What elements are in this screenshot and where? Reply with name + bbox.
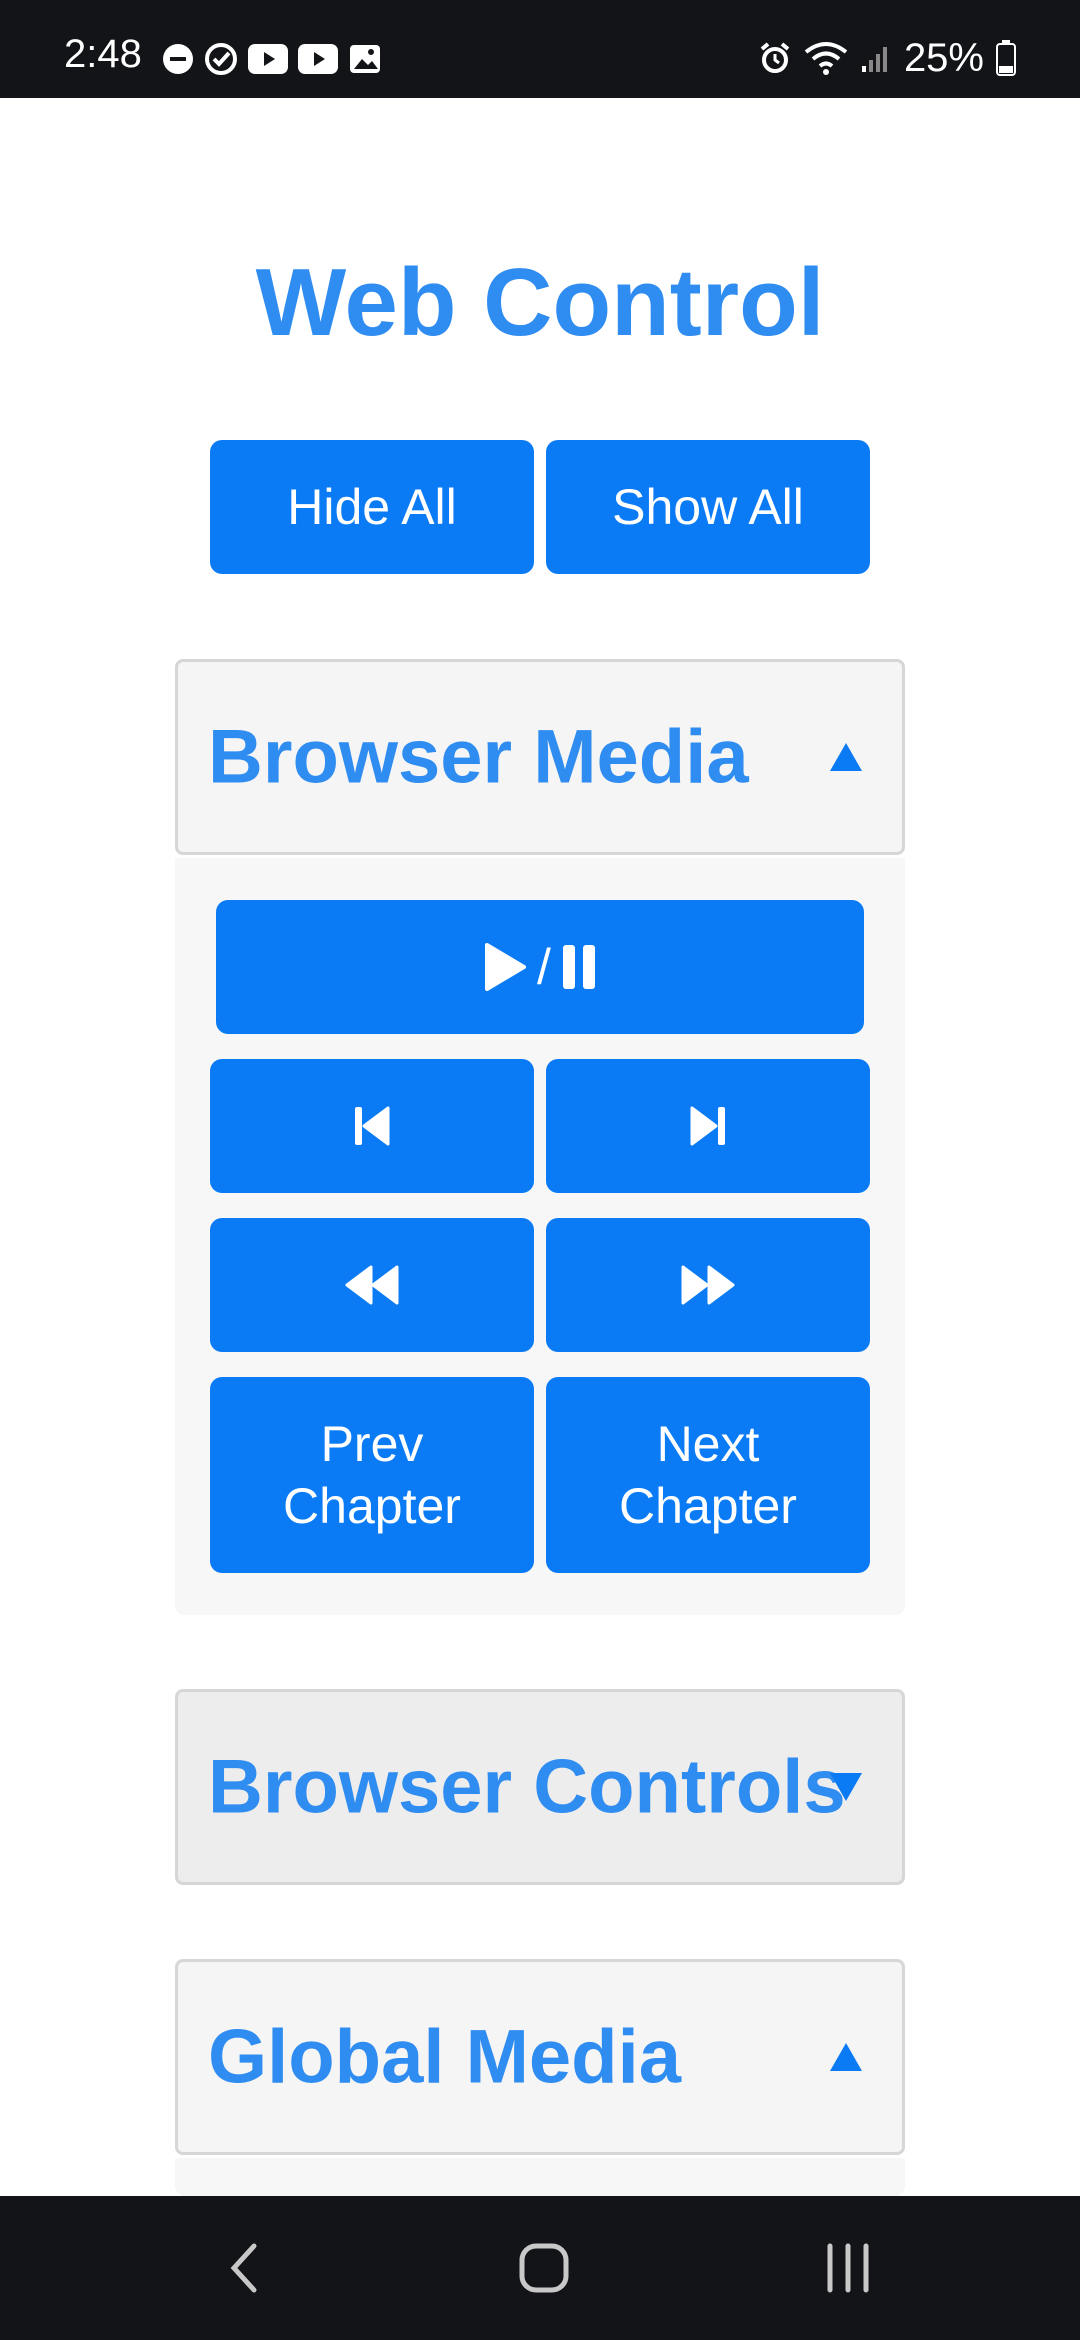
show-all-label: Show All: [612, 479, 804, 535]
battery-icon: [996, 40, 1016, 76]
expand-arrow-icon: [830, 1773, 862, 1801]
collapse-arrow-icon: [830, 743, 862, 771]
notification-icons: [162, 42, 382, 76]
next-track-button[interactable]: [546, 1059, 870, 1193]
web-control-page: Web Control Hide All Show All Browser Me…: [0, 98, 1080, 2196]
back-button[interactable]: [204, 2236, 284, 2300]
play-pause-button[interactable]: /: [216, 900, 864, 1034]
signal-icon: [861, 47, 887, 72]
rewind-button[interactable]: [210, 1218, 534, 1352]
fast-forward-icon: [681, 1265, 735, 1305]
show-all-button[interactable]: Show All: [546, 440, 870, 574]
global-media-title: Global Media: [208, 2014, 681, 2100]
global-media-panel: [175, 2158, 905, 2196]
global-media-header[interactable]: Global Media: [175, 1959, 905, 2155]
play-pause-separator: /: [537, 939, 551, 995]
prev-chapter-button[interactable]: Prev Chapter: [210, 1377, 534, 1573]
home-button[interactable]: [504, 2236, 584, 2300]
alarm-icon: [760, 42, 790, 73]
browser-media-title: Browser Media: [208, 714, 749, 800]
hide-all-label: Hide All: [287, 479, 457, 535]
collapse-arrow-icon: [830, 2043, 862, 2071]
wifi-icon: [804, 42, 848, 75]
skip-previous-icon: [355, 1106, 390, 1146]
previous-track-button[interactable]: [210, 1059, 534, 1193]
battery-percent: 25%: [903, 36, 984, 80]
browser-controls-title: Browser Controls: [208, 1744, 846, 1830]
home-icon: [519, 2243, 569, 2293]
do-not-disturb-icon: [163, 44, 193, 74]
recents-button[interactable]: [808, 2236, 888, 2300]
skip-next-icon: [690, 1106, 725, 1146]
system-icons: 25%: [758, 38, 1016, 78]
play-icon: [485, 943, 527, 991]
pause-icon: [562, 945, 595, 989]
page-title: Web Control: [255, 249, 825, 356]
check-circle-icon: [205, 43, 237, 75]
gallery-icon: [350, 45, 380, 73]
rewind-icon: [345, 1265, 399, 1305]
status-time: 2:48: [64, 32, 142, 76]
status-bar: 2:48 25%: [0, 0, 1080, 98]
next-chapter-button[interactable]: Next Chapter: [546, 1377, 870, 1573]
prev-chapter-label: Prev Chapter: [283, 1416, 461, 1534]
navigation-bar: [0, 2196, 1080, 2340]
fast-forward-button[interactable]: [546, 1218, 870, 1352]
browser-controls-header[interactable]: Browser Controls: [175, 1689, 905, 1885]
hide-all-button[interactable]: Hide All: [210, 440, 534, 574]
youtube-icon: [248, 44, 288, 74]
back-icon: [230, 2243, 257, 2293]
recents-icon: [827, 2243, 869, 2293]
next-chapter-label: Next Chapter: [619, 1416, 797, 1534]
youtube-icon: [298, 44, 338, 74]
browser-media-header[interactable]: Browser Media: [175, 659, 905, 855]
